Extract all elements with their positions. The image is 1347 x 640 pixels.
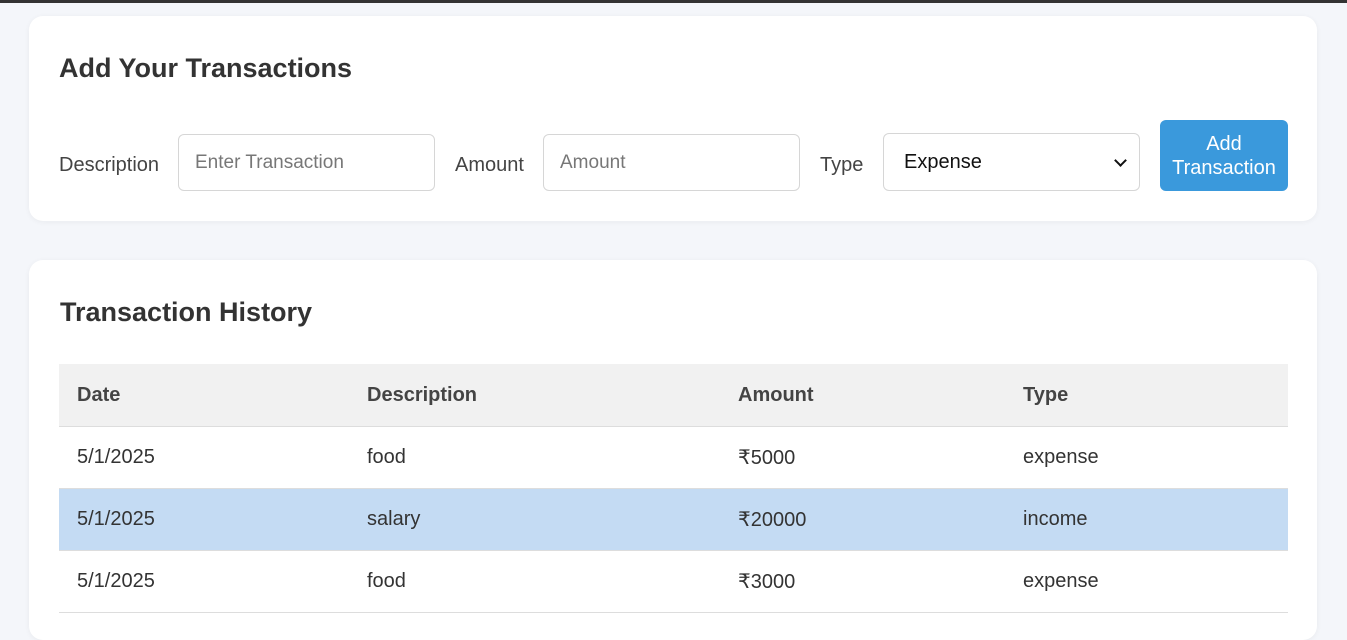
type-select-value: Expense — [904, 150, 982, 173]
type-select[interactable]: Expense — [883, 133, 1140, 191]
column-header-amount: Amount — [720, 364, 1005, 427]
add-transaction-button[interactable]: Add Transaction — [1160, 120, 1288, 191]
table-header-row: Date Description Amount Type — [59, 364, 1288, 427]
cell-description: food — [349, 550, 720, 613]
chevron-down-icon — [1114, 153, 1127, 167]
column-header-description: Description — [349, 364, 720, 427]
cell-type: income — [1005, 488, 1288, 551]
cell-type: expense — [1005, 426, 1288, 489]
transaction-table: Date Description Amount Type 5/1/2025 fo… — [59, 364, 1288, 613]
cell-date: 5/1/2025 — [59, 488, 349, 551]
table-row[interactable]: 5/1/2025 food ₹5000 expense — [59, 426, 1288, 489]
table-row[interactable]: 5/1/2025 food ₹3000 expense — [59, 550, 1288, 613]
type-label: Type — [820, 154, 864, 176]
cell-description: food — [349, 426, 720, 489]
cell-amount: ₹3000 — [720, 550, 1005, 613]
window-top-border — [0, 0, 1347, 3]
cell-amount: ₹20000 — [720, 488, 1005, 551]
description-input[interactable] — [178, 134, 435, 191]
add-transaction-title: Add Your Transactions — [59, 53, 353, 83]
transaction-history-card: Transaction History Date Description Amo… — [29, 260, 1317, 640]
cell-date: 5/1/2025 — [59, 550, 349, 613]
add-transaction-card: Add Your Transactions Description Amount… — [29, 16, 1317, 221]
column-header-date: Date — [59, 364, 349, 427]
cell-description: salary — [349, 488, 720, 551]
cell-type: expense — [1005, 550, 1288, 613]
table-row-selected[interactable]: 5/1/2025 salary ₹20000 income — [59, 488, 1288, 551]
transaction-history-title: Transaction History — [60, 297, 313, 327]
column-header-type: Type — [1005, 364, 1288, 427]
description-label: Description — [59, 154, 160, 176]
amount-input[interactable] — [543, 134, 800, 191]
cell-amount: ₹5000 — [720, 426, 1005, 489]
amount-label: Amount — [455, 154, 524, 176]
cell-date: 5/1/2025 — [59, 426, 349, 489]
